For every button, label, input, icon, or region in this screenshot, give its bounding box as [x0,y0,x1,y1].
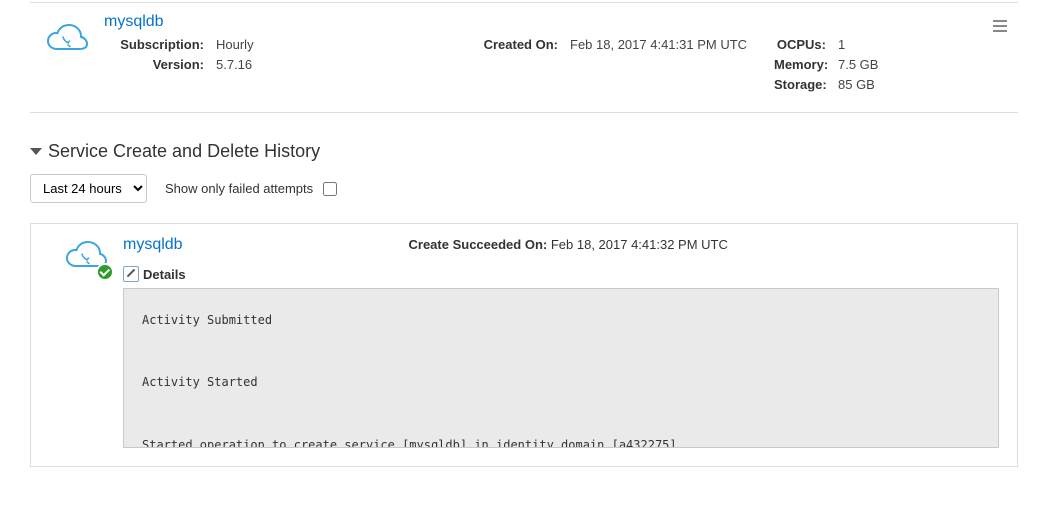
history-section: Service Create and Delete History Last 2… [30,141,1018,467]
storage-label: Storage: [774,77,826,92]
status-success-badge-icon [96,263,114,281]
subscription-value: Hourly [216,37,254,52]
show-failed-text: Show only failed attempts [165,181,313,196]
history-header-toggle[interactable]: Service Create and Delete History [30,141,1018,162]
ocpu-value: 1 [838,37,845,52]
caret-down-icon [30,148,42,155]
history-entry-name-link[interactable]: mysqldb [123,236,183,254]
details-toggle[interactable]: Details [123,266,999,282]
cloud-db-icon [64,240,108,275]
memory-value: 7.5 GB [838,57,878,72]
version-label: Version: [104,57,204,72]
service-name-link[interactable]: mysqldb [104,13,164,31]
succeeded-value: Feb 18, 2017 4:41:32 PM UTC [551,237,728,252]
time-range-select[interactable]: Last 24 hours [30,174,147,203]
history-title: Service Create and Delete History [48,141,320,162]
created-value: Feb 18, 2017 4:41:31 PM UTC [570,37,747,52]
cloud-db-icon [45,23,89,92]
history-entry-card: mysqldb Create Succeeded On: Feb 18, 201… [30,223,1018,467]
show-failed-label[interactable]: Show only failed attempts [165,181,337,196]
memory-label: Memory: [774,57,826,72]
details-label: Details [143,267,186,282]
ocpu-label: OCPUs: [774,37,826,52]
pencil-icon [123,266,139,282]
created-label: Created On: [474,37,558,52]
activity-log-textarea[interactable]: Activity Submitted Activity Started Star… [123,288,999,448]
storage-value: 85 GB [838,77,875,92]
succeeded-label: Create Succeeded On: [409,237,548,252]
service-menu-button[interactable] [992,19,1008,36]
subscription-label: Subscription: [104,37,204,52]
version-value: 5.7.16 [216,57,252,72]
show-failed-checkbox[interactable] [323,182,337,196]
service-summary-row: mysqldb Subscription: Hourly Version: 5.7.… [30,5,1018,110]
